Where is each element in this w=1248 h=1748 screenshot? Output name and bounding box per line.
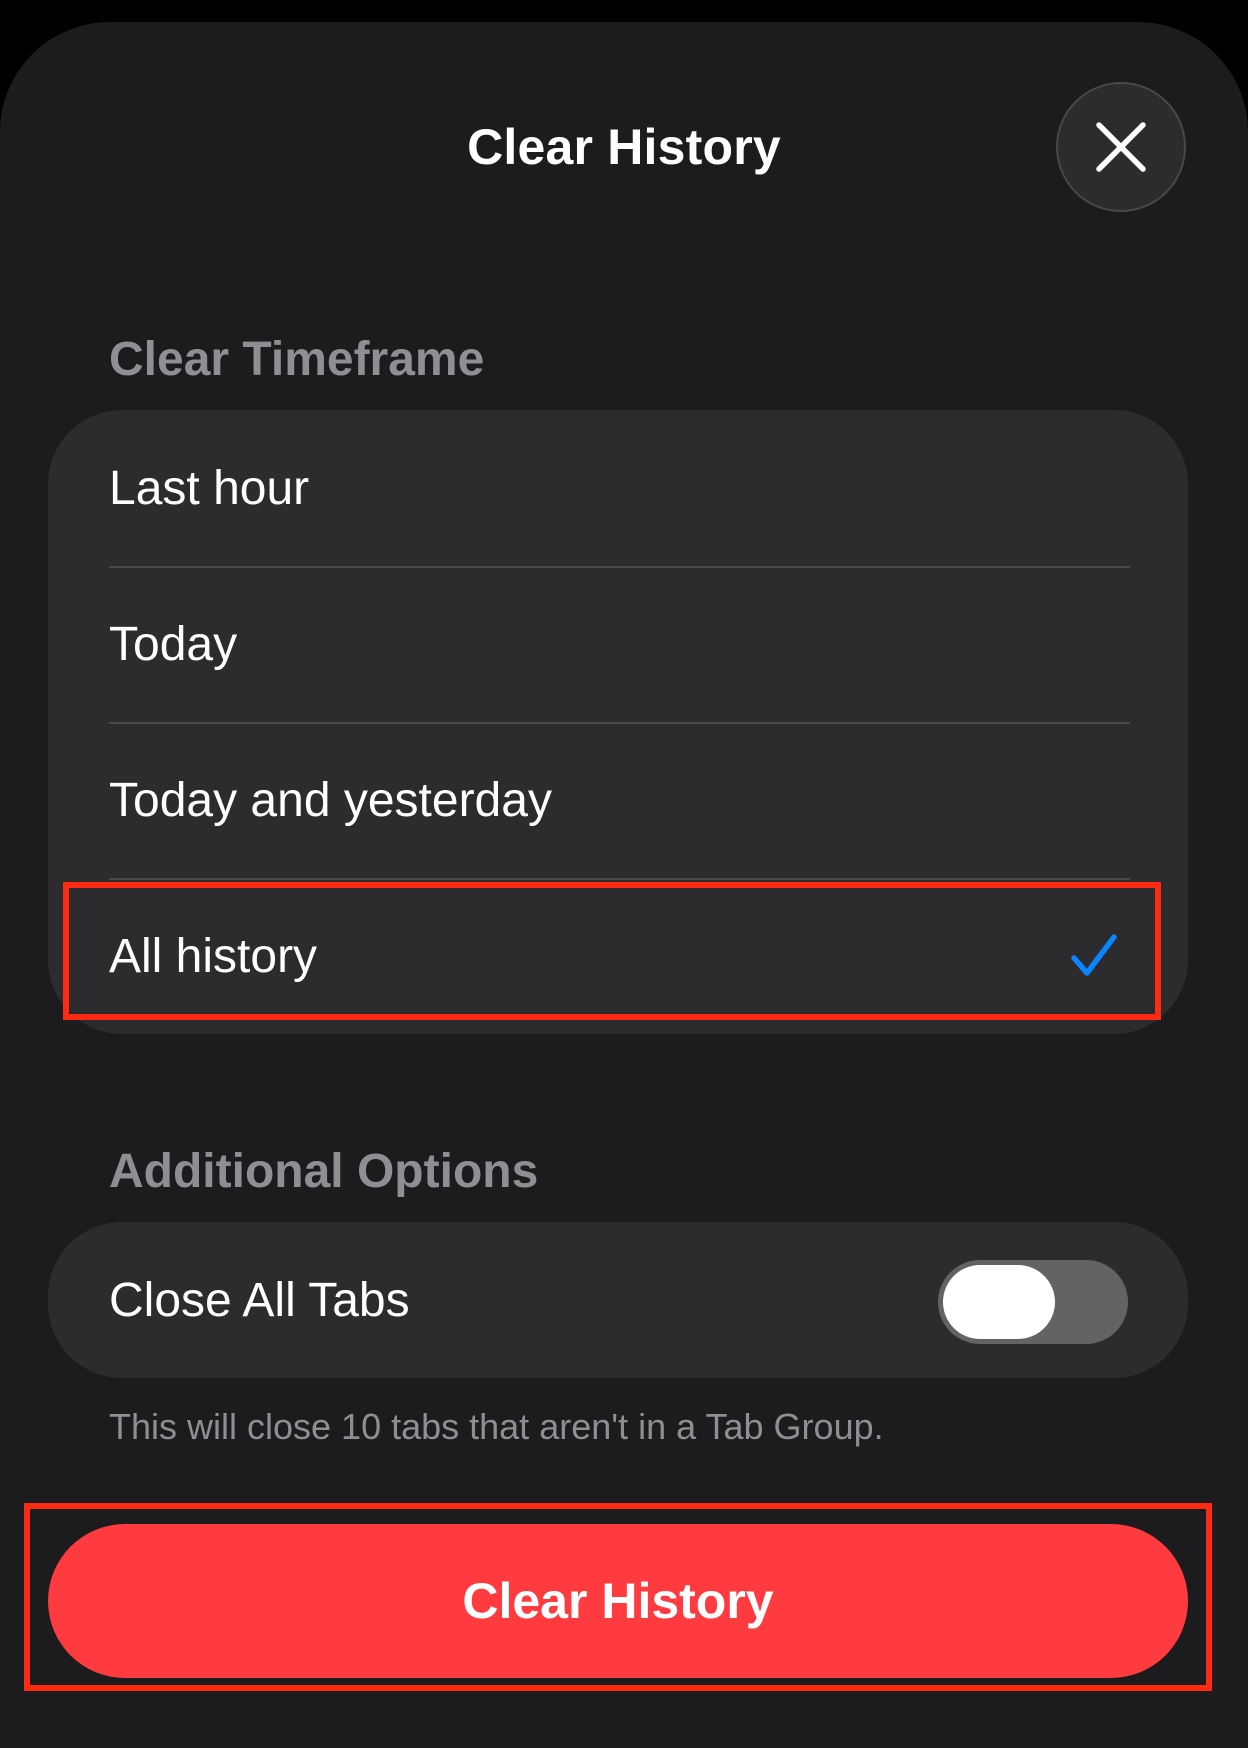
section-header-additional-options: Additional Options bbox=[109, 1145, 539, 1198]
timeframe-option-today[interactable]: Today bbox=[48, 566, 1188, 722]
additional-options-list: Close All Tabs bbox=[48, 1222, 1188, 1378]
toggle-knob bbox=[943, 1265, 1055, 1339]
checkmark-icon bbox=[1071, 934, 1117, 976]
close-all-tabs-toggle[interactable] bbox=[938, 1260, 1128, 1344]
timeframe-option-today-and-yesterday[interactable]: Today and yesterday bbox=[48, 722, 1188, 878]
option-label: Today bbox=[109, 617, 238, 671]
clear-history-sheet: Clear History Clear Timeframe Last hour … bbox=[0, 22, 1248, 1748]
option-label: Today and yesterday bbox=[109, 773, 552, 827]
timeframe-option-last-hour[interactable]: Last hour bbox=[48, 410, 1188, 566]
section-header-timeframe: Clear Timeframe bbox=[109, 333, 485, 386]
timeframe-options-list: Last hour Today Today and yesterday All … bbox=[48, 410, 1188, 1034]
close-tabs-footnote: This will close 10 tabs that aren't in a… bbox=[109, 1406, 884, 1447]
close-icon bbox=[1096, 122, 1146, 172]
option-label: Last hour bbox=[109, 461, 310, 515]
close-all-tabs-row: Close All Tabs bbox=[48, 1222, 1188, 1378]
close-all-tabs-label: Close All Tabs bbox=[109, 1273, 410, 1327]
clear-history-button[interactable]: Clear History bbox=[48, 1524, 1188, 1678]
close-button[interactable] bbox=[1056, 82, 1186, 212]
timeframe-option-all-history[interactable]: All history bbox=[48, 878, 1188, 1034]
option-label: All history bbox=[109, 929, 318, 983]
